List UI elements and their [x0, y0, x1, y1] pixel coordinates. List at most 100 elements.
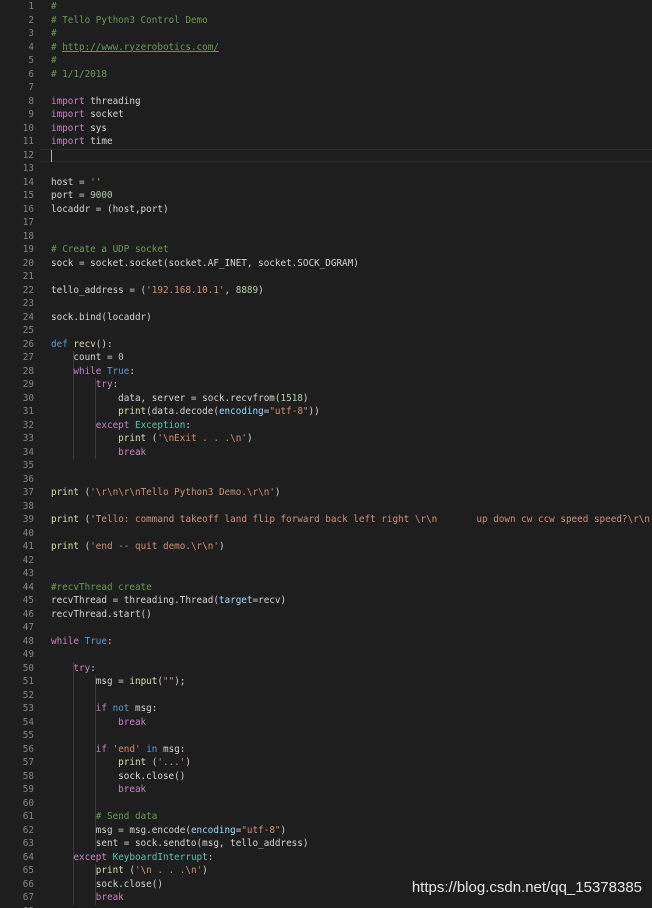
code-token: ): [202, 865, 208, 876]
code-line[interactable]: except Exception:: [51, 419, 191, 433]
code-token: '192.168.10.1': [146, 284, 225, 296]
line-number: 25: [22, 325, 34, 336]
code-line[interactable]: locaddr = (host,port): [51, 203, 169, 217]
code-line[interactable]: import sys: [51, 122, 107, 136]
code-line[interactable]: msg = msg.encode(encoding="utf-8"): [51, 824, 286, 838]
code-line[interactable]: if 'end' in msg:: [51, 743, 186, 757]
code-line[interactable]: while True:: [51, 635, 113, 649]
code-line[interactable]: # 1/1/2018: [51, 68, 107, 82]
code-line[interactable]: tello_address = ('192.168.10.1', 8889): [51, 284, 264, 298]
code-line[interactable]: while True:: [51, 365, 135, 379]
code-line[interactable]: print ('\nExit . . .\n'): [51, 432, 252, 446]
code-token: (: [123, 865, 135, 876]
code-line[interactable]: #: [51, 0, 57, 14]
code-line[interactable]: sock.bind(locaddr): [51, 311, 152, 325]
code-line[interactable]: sock.close(): [51, 878, 163, 892]
code-line[interactable]: # Create a UDP socket: [51, 243, 169, 257]
code-line[interactable]: def recv():: [51, 338, 113, 352]
code-token: msg = msg.encode(: [51, 824, 191, 836]
code-token: :: [207, 851, 214, 863]
code-line[interactable]: port = 9000: [51, 189, 113, 203]
code-token: (: [79, 487, 91, 498]
line-number: 5: [28, 55, 34, 66]
code-line[interactable]: # http://www.ryzerobotics.com/: [51, 41, 219, 55]
line-number: 7: [28, 82, 34, 93]
line-number: 36: [22, 473, 34, 485]
code-token: threading: [84, 95, 141, 107]
code-token: while: [51, 635, 79, 647]
code-line[interactable]: #recvThread create: [51, 581, 152, 595]
code-line[interactable]: try:: [51, 378, 118, 392]
code-token: break: [118, 716, 147, 728]
code-token: break: [95, 892, 124, 903]
code-line[interactable]: #: [51, 54, 57, 68]
code-token: '\r\n\r\nTello Python3 Demo.\r\n': [90, 487, 275, 498]
code-token: break: [118, 446, 147, 458]
code-token: ): [218, 541, 225, 552]
code-line[interactable]: # Tello Python3 Control Demo: [51, 14, 208, 28]
code-line[interactable]: sock = socket.socket(socket.AF_INET, soc…: [51, 257, 359, 271]
code-line[interactable]: if not msg:: [51, 702, 158, 716]
code-line[interactable]: try:: [51, 662, 96, 676]
code-line[interactable]: print ('...'): [51, 756, 191, 770]
line-number: 22: [22, 284, 34, 296]
code-line[interactable]: recvThread = threading.Thread(target=rec…: [51, 594, 286, 608]
code-token: 0: [118, 352, 124, 363]
code-line[interactable]: recvThread.start(): [51, 608, 152, 622]
code-line[interactable]: # Send data: [51, 810, 158, 824]
code-token: import: [51, 109, 85, 120]
code-line[interactable]: print ('\n . . .\n'): [51, 864, 208, 878]
code-line[interactable]: print ('Tello: command takeoff land flip…: [51, 513, 652, 527]
line-number: 21: [22, 271, 34, 282]
code-token: print: [118, 757, 147, 768]
code-line[interactable]: #: [51, 27, 57, 41]
code-token: def: [51, 338, 68, 350]
code-token: (: [146, 757, 158, 768]
code-token: print: [51, 514, 79, 525]
code-line[interactable]: import threading: [51, 95, 141, 109]
line-number: 16: [22, 203, 34, 215]
code-token: :: [90, 662, 96, 674]
code-token: 1518: [280, 392, 303, 404]
code-line[interactable]: print ('\r\n\r\nTello Python3 Demo.\r\n'…: [51, 486, 281, 500]
code-line[interactable]: break: [51, 716, 146, 730]
code-token: in: [146, 743, 158, 755]
line-number: 6: [28, 68, 34, 80]
code-line[interactable]: import time: [51, 135, 113, 149]
code-line[interactable]: break: [51, 783, 146, 797]
line-number: 68: [0, 905, 34, 908]
code-token: #: [51, 55, 57, 66]
code-line[interactable]: print(data.decode(encoding="utf-8")): [51, 405, 320, 419]
code-line[interactable]: count = 0: [51, 351, 124, 365]
line-number: 55: [22, 730, 34, 741]
line-number: 60: [22, 797, 34, 809]
code-token: msg:: [129, 703, 158, 714]
line-number: 53: [22, 703, 34, 714]
code-line[interactable]: host = '': [51, 176, 101, 190]
watermark-text: https://blog.csdn.net/qq_15378385: [411, 879, 642, 896]
code-line[interactable]: import socket: [51, 108, 124, 122]
code-line[interactable]: data, server = sock.recvfrom(1518): [51, 392, 309, 406]
line-number: 45: [22, 595, 34, 606]
code-token: tello_address = (: [51, 284, 147, 296]
line-number: 11: [22, 136, 34, 147]
code-line[interactable]: sent = sock.sendto(msg, tello_address): [51, 837, 309, 851]
code-line[interactable]: break: [51, 446, 146, 460]
code-area[interactable]: # # Tello Python3 Control Demo # # http://w…: [51, 0, 652, 908]
code-line[interactable]: break: [51, 891, 124, 905]
code-token: http://www.ryzerobotics.com/: [62, 41, 219, 53]
line-number: 59: [22, 784, 34, 795]
line-number: 37: [22, 487, 34, 498]
code-editor[interactable]: 1 2 3 4 5 6 7 8 9 10 11 12 13 14 15 16 17 18 19 20 21 22 23 24 2…: [0, 0, 652, 908]
code-token: sent = sock.sendto(msg, tello_address): [51, 838, 309, 849]
code-line[interactable]: except KeyboardInterrupt:: [51, 851, 213, 865]
code-token: sock.close(): [51, 770, 186, 782]
code-line[interactable]: print ('end -- quit demo.\r\n'): [51, 540, 225, 554]
code-line[interactable]: msg = input("");: [51, 675, 186, 689]
code-token: ): [302, 392, 309, 404]
code-line[interactable]: sock.close(): [51, 770, 185, 784]
code-token: time: [84, 136, 113, 147]
code-token: (: [146, 433, 158, 444]
